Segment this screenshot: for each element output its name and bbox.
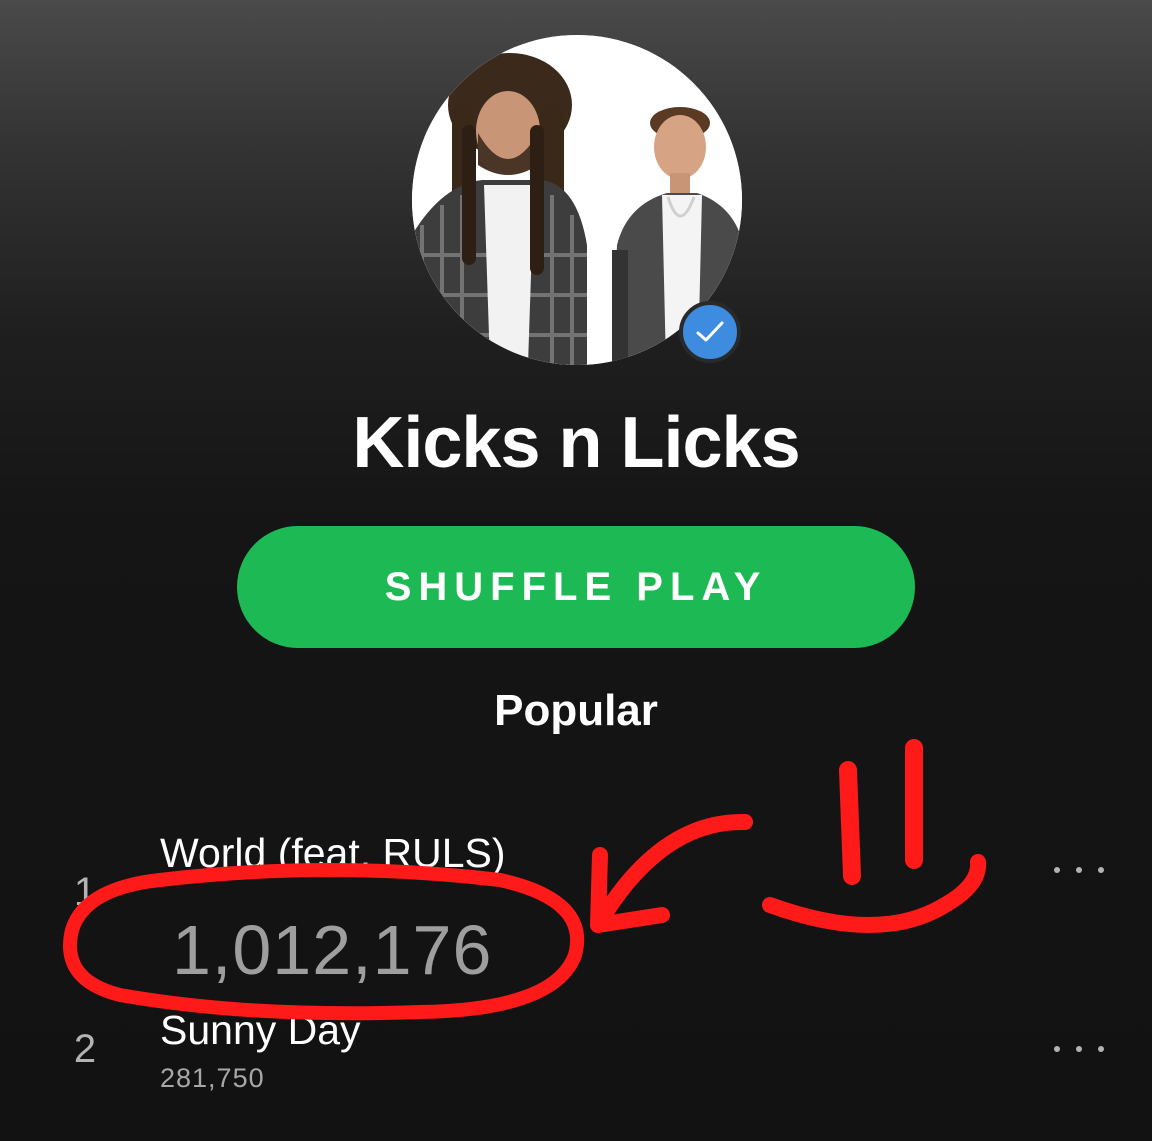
track-rank: 2 [73, 1027, 97, 1071]
artist-page: Kicks n Licks SHUFFLE PLAY Popular 1 Wor… [0, 0, 1152, 1141]
track-row[interactable]: 2 Sunny Day 281,750 [0, 1005, 1152, 1141]
verified-badge [679, 301, 741, 363]
track-play-count: 281,750 [160, 1063, 265, 1093]
track-rank: 1 [73, 870, 97, 914]
track-title: World (feat. RULS) [160, 830, 506, 876]
popular-heading: Popular [494, 686, 658, 735]
more-options-button[interactable] [1054, 860, 1104, 880]
ellipsis-icon [1054, 867, 1060, 873]
check-icon [696, 321, 724, 342]
more-options-button[interactable] [1054, 1039, 1104, 1059]
track-row[interactable]: 1 World (feat. RULS) 1,012,176 [0, 820, 1152, 990]
track-title: Sunny Day [160, 1007, 361, 1053]
shuffle-play-button[interactable]: SHUFFLE PLAY [237, 526, 915, 648]
ellipsis-icon [1054, 1046, 1060, 1052]
track-play-count: 1,012,176 [172, 911, 493, 989]
artist-name: Kicks n Licks [352, 403, 800, 483]
